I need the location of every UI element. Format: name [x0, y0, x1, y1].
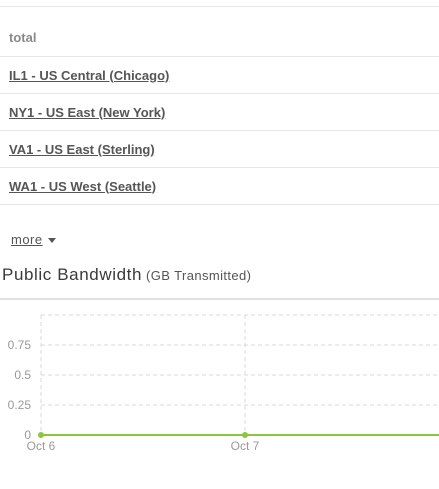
table-row: VA1 - US East (Sterling): [0, 131, 439, 168]
more-label: more: [11, 232, 43, 247]
chart-title-text: Public Bandwidth: [2, 265, 143, 284]
table-row: WA1 - US West (Seattle): [0, 168, 439, 205]
location-table: total IL1 - US Central (Chicago) NY1 - U…: [0, 7, 439, 205]
more-dropdown-link[interactable]: more: [11, 232, 56, 247]
table-row: IL1 - US Central (Chicago): [0, 57, 439, 94]
table-header: total: [0, 7, 439, 57]
chart-subtitle: (GB Transmitted): [146, 268, 252, 283]
data-point: [38, 432, 44, 438]
x-tick-label: Oct 6: [27, 439, 56, 453]
x-tick-label: Oct 7: [231, 439, 260, 453]
location-link-va1[interactable]: VA1 - US East (Sterling): [9, 142, 155, 157]
location-link-ny1[interactable]: NY1 - US East (New York): [9, 105, 165, 120]
location-link-il1[interactable]: IL1 - US Central (Chicago): [9, 68, 169, 83]
chart-title: Public Bandwidth (GB Transmitted): [2, 265, 251, 285]
table-row: NY1 - US East (New York): [0, 94, 439, 131]
caret-down-icon: [47, 238, 56, 244]
total-header: total: [9, 30, 37, 45]
location-link-wa1[interactable]: WA1 - US West (Seattle): [9, 179, 156, 194]
y-tick-label: 0.5: [14, 368, 31, 382]
bandwidth-chart: 00.250.50.75Oct 6 Oct 7: [8, 314, 439, 453]
y-tick-label: 0.75: [8, 338, 32, 352]
y-tick-label: 0.25: [8, 398, 32, 412]
bandwidth-panel: total IL1 - US Central (Chicago) NY1 - U…: [0, 0, 439, 489]
data-point: [242, 432, 248, 438]
